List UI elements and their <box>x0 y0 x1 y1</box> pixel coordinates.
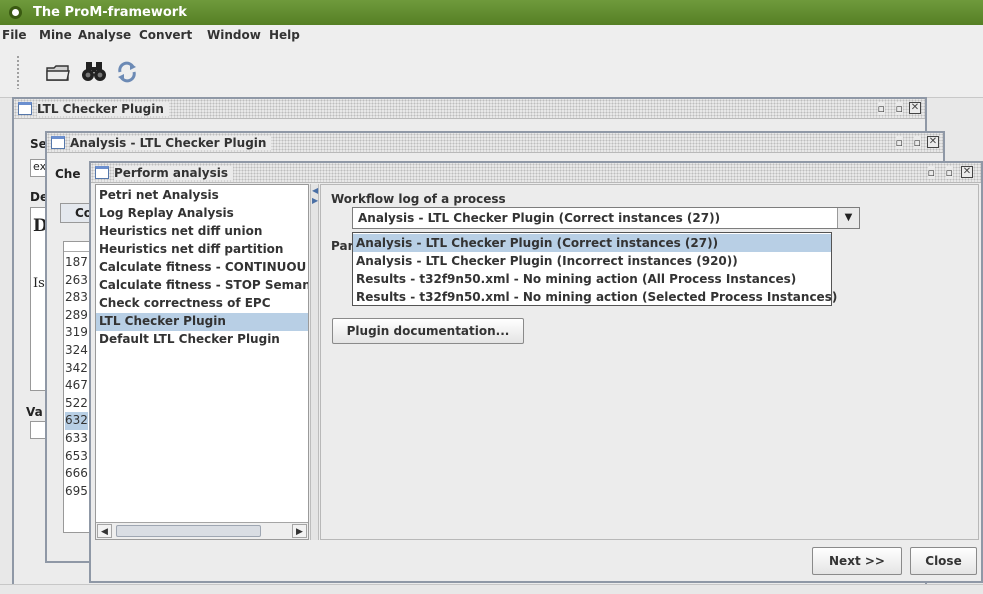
close-icon[interactable]: ✕ <box>927 136 939 148</box>
window-icon <box>95 166 109 179</box>
collapse-left-icon[interactable]: ◀ <box>312 186 318 195</box>
maximize-icon[interactable]: ▫ <box>895 102 903 115</box>
plugin-list-item[interactable]: Heuristics net diff union <box>96 223 308 241</box>
plugin-list-scrollbar[interactable]: ◀ ▶ <box>96 522 308 539</box>
close-icon[interactable]: ✕ <box>909 102 921 114</box>
log-label: Workflow log of a process <box>331 192 506 206</box>
close-button[interactable]: Close <box>910 547 977 575</box>
scroll-right-icon[interactable]: ▶ <box>292 524 307 538</box>
log-select-value: Analysis - LTL Checker Plugin (Correct i… <box>358 211 721 225</box>
list-item[interactable]: 342 <box>65 360 88 378</box>
plugin-list-item[interactable]: Default LTL Checker Plugin <box>96 331 308 349</box>
partial-tab[interactable]: Co <box>60 203 92 223</box>
parameters-label: Par <box>331 239 354 253</box>
dropdown-option[interactable]: Results - t32f9n50.xml - No mining actio… <box>353 288 837 306</box>
plugin-list: Petri net Analysis Log Replay Analysis H… <box>95 184 309 540</box>
list-item[interactable]: 324 <box>65 342 88 360</box>
plugin-list-item-selected[interactable]: LTL Checker Plugin <box>96 313 308 331</box>
folder-open-icon <box>46 65 70 81</box>
refresh-button[interactable] <box>113 58 141 86</box>
list-item[interactable]: 263 <box>65 272 88 290</box>
menu-analyse[interactable]: Analyse <box>78 28 131 42</box>
toolbar <box>0 46 983 98</box>
maximize-icon[interactable]: ▫ <box>945 166 953 179</box>
list-item[interactable]: 632 <box>65 412 88 430</box>
plugin-list-item[interactable]: Petri net Analysis <box>96 187 308 205</box>
perform-analysis-window-title: Perform analysis <box>114 166 233 180</box>
menu-convert[interactable]: Convert <box>139 28 192 42</box>
analysis-window-titlebar[interactable]: Analysis - LTL Checker Plugin ▫ ▫ ✕ <box>47 133 943 153</box>
expand-right-icon[interactable]: ▶ <box>312 196 318 205</box>
menu-file[interactable]: File <box>2 28 27 42</box>
dropdown-option-selected[interactable]: Analysis - LTL Checker Plugin (Correct i… <box>353 234 831 252</box>
app-logo-icon <box>9 6 22 19</box>
plugin-list-item[interactable]: Check correctness of EPC <box>96 295 308 313</box>
minimize-icon[interactable]: ▫ <box>877 102 885 115</box>
partial-text: Is <box>33 276 45 291</box>
analysis-window-title: Analysis - LTL Checker Plugin <box>70 136 272 150</box>
search-button[interactable] <box>80 58 108 86</box>
list-item[interactable]: 666 <box>65 465 88 483</box>
open-button[interactable] <box>44 58 72 86</box>
list-item[interactable]: 467 <box>65 377 88 395</box>
plugin-list-item[interactable]: Calculate fitness - CONTINUOU <box>96 259 308 277</box>
plugin-list-item[interactable]: Heuristics net diff partition <box>96 241 308 259</box>
chevron-down-icon[interactable]: ▼ <box>837 208 859 228</box>
binoculars-icon <box>82 62 106 81</box>
window-icon <box>51 136 65 149</box>
log-select-dropdown: Analysis - LTL Checker Plugin (Correct i… <box>352 232 837 306</box>
list-item[interactable]: 319 <box>65 324 88 342</box>
list-item[interactable]: 289 <box>65 307 88 325</box>
split-pane-divider[interactable]: ◀ ▶ <box>310 184 319 540</box>
window-icon <box>18 102 32 115</box>
list-item[interactable]: 522 <box>65 395 88 413</box>
next-button[interactable]: Next >> <box>812 547 902 575</box>
app-title: The ProM-framework <box>33 5 187 20</box>
plugin-list-item[interactable]: Calculate fitness - STOP Seman <box>96 277 308 295</box>
perform-analysis-window-titlebar[interactable]: Perform analysis ▫ ▫ ✕ <box>91 163 981 183</box>
ltl-checker-window-title: LTL Checker Plugin <box>37 102 169 116</box>
menu-window[interactable]: Window <box>207 28 261 42</box>
scroll-left-icon[interactable]: ◀ <box>97 524 112 538</box>
menu-bar: File Mine Analyse Convert Window Help <box>0 25 983 46</box>
app-titlebar: The ProM-framework <box>0 0 983 25</box>
partial-label: Va <box>26 405 43 419</box>
toolbar-grip[interactable] <box>16 55 20 89</box>
list-item[interactable]: 653 <box>65 448 88 466</box>
minimize-icon[interactable]: ▫ <box>895 136 903 149</box>
plugin-documentation-button[interactable]: Plugin documentation... <box>332 318 524 344</box>
instance-ids: 187 263 283 289 319 324 342 467 522 632 … <box>65 254 88 500</box>
menu-help[interactable]: Help <box>269 28 300 42</box>
list-item[interactable]: 187 <box>65 254 88 272</box>
status-strip <box>0 584 983 594</box>
menu-mine[interactable]: Mine <box>39 28 72 42</box>
plugin-list-item[interactable]: Log Replay Analysis <box>96 205 308 223</box>
dropdown-option[interactable]: Results - t32f9n50.xml - No mining actio… <box>353 270 831 288</box>
refresh-icon <box>118 61 136 83</box>
maximize-icon[interactable]: ▫ <box>913 136 921 149</box>
scroll-thumb[interactable] <box>116 525 261 537</box>
list-item[interactable]: 633 <box>65 430 88 448</box>
list-item[interactable]: 695 <box>65 483 88 501</box>
dropdown-option[interactable]: Analysis - LTL Checker Plugin (Incorrect… <box>353 252 831 270</box>
log-select[interactable]: Analysis - LTL Checker Plugin (Correct i… <box>352 207 860 229</box>
list-item[interactable]: 283 <box>65 289 88 307</box>
ltl-checker-window-titlebar[interactable]: LTL Checker Plugin ▫ ▫ ✕ <box>14 99 925 119</box>
close-icon[interactable]: ✕ <box>961 166 973 178</box>
minimize-icon[interactable]: ▫ <box>927 166 935 179</box>
partial-label: Che <box>55 167 81 181</box>
